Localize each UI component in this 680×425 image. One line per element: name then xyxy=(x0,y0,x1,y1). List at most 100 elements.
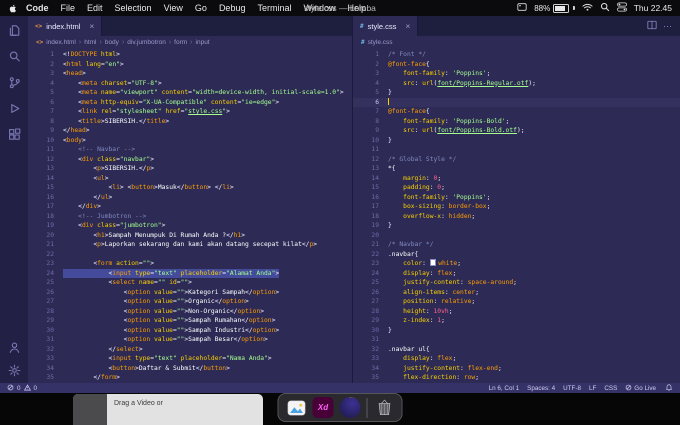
code-line[interactable]: 29 z-index: 1; xyxy=(353,316,680,326)
menu-item-view[interactable]: View xyxy=(158,3,189,13)
code-line[interactable]: 31 <option value="">Sampah Besar</option… xyxy=(28,335,352,345)
code-line[interactable]: 4 <meta charset="UTF-8"> xyxy=(28,79,352,89)
wifi-icon[interactable] xyxy=(582,3,593,14)
code-line[interactable]: 11 <!-- Navbar --> xyxy=(28,145,352,155)
spotlight-search-icon[interactable] xyxy=(600,2,610,14)
code-line[interactable]: 23 <form action=""> xyxy=(28,259,352,269)
code-line[interactable]: 16 </ul> xyxy=(28,193,352,203)
code-line[interactable]: 25 justify-content: space-around; xyxy=(353,278,680,288)
code-line[interactable]: 26 align-items: center; xyxy=(353,288,680,298)
code-line[interactable]: 35 </form> xyxy=(28,373,352,383)
code-line[interactable]: 3 font-family: 'Poppins'; xyxy=(353,69,680,79)
dock-app-adobe-xd[interactable]: Xd xyxy=(312,397,334,418)
tab-index-html[interactable]: <> index.html × xyxy=(28,16,103,36)
status-ln-6-col-1[interactable]: Ln 6, Col 1 xyxy=(489,385,519,392)
code-line[interactable]: 11 xyxy=(353,145,680,155)
code-line[interactable]: 28 <option value="">Non-Organic</option> xyxy=(28,307,352,317)
dock-app-preview[interactable] xyxy=(286,397,307,418)
code-line[interactable]: 2 <html lang="en"> xyxy=(28,60,352,70)
code-line[interactable]: 19} xyxy=(353,221,680,231)
code-line[interactable]: 8 <title>SIBERSIH.</title> xyxy=(28,117,352,127)
code-line[interactable]: 14 <ul> xyxy=(28,174,352,184)
code-line[interactable]: 5} xyxy=(353,88,680,98)
code-line[interactable]: 1/* Font */ xyxy=(353,50,680,60)
code-line[interactable]: 15 <li> <button>Masuk</button> </li> xyxy=(28,183,352,193)
menu-clock[interactable]: Thu 22.45 xyxy=(634,3,672,13)
code-line[interactable]: 14 margin: 0; xyxy=(353,174,680,184)
code-line[interactable]: 22 .navbar{ xyxy=(353,250,680,260)
code-line[interactable]: 35 flex-direction: row; xyxy=(353,373,680,383)
source-control-icon[interactable] xyxy=(8,76,21,89)
code-line[interactable]: 17 </div> xyxy=(28,202,352,212)
code-line[interactable]: 24 <input type="text" placeholder="Alama… xyxy=(28,268,352,278)
code-line[interactable]: 6 xyxy=(353,97,680,107)
code-line[interactable]: 10} xyxy=(353,136,680,146)
breadcrumb-item[interactable]: style.css xyxy=(368,39,393,46)
code-line[interactable]: 27 position: relative; xyxy=(353,297,680,307)
code-line[interactable]: 13 *{ xyxy=(353,164,680,174)
problems-indicator[interactable]: 0 0 xyxy=(7,383,37,393)
code-editor-index-html[interactable]: 1 <!DOCTYPE html> 2 <html lang="en"> 3 <head>… xyxy=(28,48,352,383)
code-line[interactable]: 9 src: url(font/Poppins-Bold.otf); xyxy=(353,126,680,136)
code-line[interactable]: 8 font-family: 'Poppins-Bold'; xyxy=(353,117,680,127)
code-line[interactable]: 4 src: url(font/Poppins-Regular.otf); xyxy=(353,79,680,89)
code-line[interactable]: 18 <!-- Jumbotron --> xyxy=(28,212,352,222)
code-line[interactable]: 6 <meta http-equiv="X-UA-Compatible" con… xyxy=(28,98,352,108)
run-and-debug-icon[interactable] xyxy=(8,102,21,115)
battery-status[interactable]: 88% xyxy=(534,3,575,13)
extensions-icon[interactable] xyxy=(8,128,21,141)
code-line[interactable]: 21 <p>Laporkan sekarang dan kami akan da… xyxy=(28,240,352,250)
code-line[interactable]: 33 display: flex; xyxy=(353,354,680,364)
code-line[interactable]: 17 box-sizing: border-box; xyxy=(353,202,680,212)
code-line[interactable]: 29 <option value="">Sampah Rumahan</opti… xyxy=(28,316,352,326)
code-line[interactable]: 3 <head> xyxy=(28,69,352,79)
breadcrumb-item[interactable]: body xyxy=(105,39,119,46)
manage-icon[interactable] xyxy=(8,364,21,377)
accounts-icon[interactable] xyxy=(8,341,21,354)
code-line[interactable]: 30 <option value="">Sampah Industri</opt… xyxy=(28,326,352,336)
status-css[interactable]: CSS xyxy=(604,385,617,392)
breadcrumb-item[interactable]: html xyxy=(84,39,96,46)
code-line[interactable]: 16 font-family: 'Poppins'; xyxy=(353,193,680,203)
code-line[interactable]: 13 <p>SIBERSIH.</p> xyxy=(28,164,352,174)
code-line[interactable]: 20 xyxy=(353,231,680,241)
code-line[interactable]: 24 display: flex; xyxy=(353,269,680,279)
code-line[interactable]: 27 <option value="">Organic</option> xyxy=(28,297,352,307)
close-tab-icon[interactable]: × xyxy=(405,22,410,31)
status-go-live[interactable]: Go Live xyxy=(625,384,656,393)
code-line[interactable]: 7 @font-face{ xyxy=(353,107,680,117)
breadcrumb-item[interactable]: index.html xyxy=(46,39,76,46)
menu-item-file[interactable]: File xyxy=(55,3,82,13)
split-editor-icon[interactable] xyxy=(647,17,657,35)
notifications-bell-icon[interactable] xyxy=(665,383,673,393)
code-line[interactable]: 32 </select> xyxy=(28,345,352,355)
apple-menu-icon[interactable] xyxy=(8,3,18,14)
control-center-icon[interactable] xyxy=(616,2,627,14)
code-line[interactable]: 28 height: 10vh; xyxy=(353,307,680,317)
code-line[interactable]: 34 <button>Daftar & Submit</button> xyxy=(28,364,352,374)
code-line[interactable]: 19 <div class="jumbotron"> xyxy=(28,221,352,231)
status-spaces-4[interactable]: Spaces: 4 xyxy=(527,385,555,392)
more-actions-icon[interactable]: ⋯ xyxy=(663,21,673,31)
search-icon[interactable] xyxy=(8,50,21,63)
menu-item-terminal[interactable]: Terminal xyxy=(251,3,297,13)
code-line[interactable]: 2 @font-face{ xyxy=(353,60,680,70)
explorer-icon[interactable] xyxy=(8,24,21,37)
menu-item-go[interactable]: Go xyxy=(189,3,213,13)
code-line[interactable]: 18 overflow-x: hidden; xyxy=(353,212,680,222)
code-line[interactable]: 25 <select name="" id=""> xyxy=(28,278,352,288)
code-line[interactable]: 15 padding: 0; xyxy=(353,183,680,193)
code-line[interactable]: 23 color: white; xyxy=(353,259,680,269)
code-line[interactable]: 33 <input type="text" placeholder="Nama … xyxy=(28,354,352,364)
code-line[interactable]: 34 justify-content: flex-end; xyxy=(353,364,680,374)
code-line[interactable]: 31 xyxy=(353,335,680,345)
code-line[interactable]: 7 <link rel="stylesheet" href="style.css… xyxy=(28,107,352,117)
tab-style-css[interactable]: # style.css × xyxy=(353,16,419,36)
code-line[interactable]: 1 <!DOCTYPE html> xyxy=(28,50,352,60)
code-line[interactable]: 12/* Global Style */ xyxy=(353,155,680,165)
breadcrumb-item[interactable]: input xyxy=(196,39,210,46)
menu-item-selection[interactable]: Selection xyxy=(109,3,158,13)
dock-app-firefox[interactable] xyxy=(339,397,361,418)
dock-app-trash[interactable] xyxy=(374,397,395,418)
close-tab-icon[interactable]: × xyxy=(89,22,94,31)
